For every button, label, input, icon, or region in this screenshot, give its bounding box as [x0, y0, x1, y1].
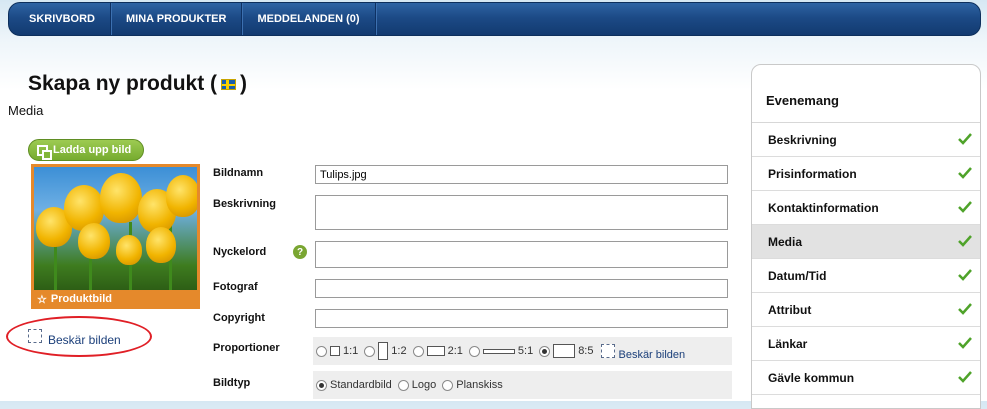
form-crop-link[interactable]: Beskär bilden	[601, 341, 685, 361]
bildtyp-radio-selected[interactable]	[316, 379, 327, 391]
sidebar-item-label: Media	[768, 234, 803, 249]
nyckelord-label: Nyckelord	[213, 246, 267, 258]
ratio-5-1-icon	[482, 348, 515, 354]
copyright-input[interactable]	[315, 309, 728, 328]
crop-image-link[interactable]: Beskär bilden	[28, 325, 121, 347]
bildnamn-input[interactable]	[315, 165, 728, 184]
check-icon	[958, 235, 972, 247]
proportion-5-1[interactable]: 5:1	[468, 345, 534, 357]
bildtyp-panel: Standardbild Logo Planskiss	[313, 371, 732, 399]
bildtyp-planskiss[interactable]: Planskiss	[442, 379, 503, 391]
bildtyp-radio[interactable]	[442, 379, 454, 391]
beskrivning-textarea[interactable]	[315, 195, 728, 230]
sidebar-item-media[interactable]: Media	[752, 225, 980, 259]
proportion-1-1[interactable]: 1:1	[316, 345, 358, 357]
proportion-label: 5:1	[517, 345, 534, 357]
bildtyp-label: Logo	[411, 379, 437, 391]
ratio-8-5-icon	[553, 344, 576, 358]
proportion-2-1[interactable]: 2:1	[412, 345, 463, 357]
proportion-label: 2:1	[447, 345, 463, 357]
section-label: Media	[8, 103, 44, 118]
check-icon	[958, 269, 972, 281]
bildtyp-label: Standardbild	[330, 379, 392, 391]
sidebar-item-label: Kontaktinformation	[768, 200, 879, 215]
top-navigation: SKRIVBORD MINA PRODUKTER MEDDELANDEN (0)	[8, 2, 981, 36]
nav-meddelanden[interactable]: MEDDELANDEN (0)	[242, 3, 376, 35]
sidebar-item-label: Länkar	[768, 336, 808, 351]
bildtyp-radio[interactable]	[397, 379, 409, 391]
sidebar-item-label: Datum/Tid	[768, 268, 827, 283]
ratio-2-1-icon	[426, 346, 445, 356]
proportion-radio[interactable]	[316, 345, 327, 357]
form-crop-link-label: Beskär bilden	[618, 349, 686, 361]
sidebar-item-attribut[interactable]: Attribut	[752, 293, 980, 327]
sidebar-item-lankar[interactable]: Länkar	[752, 327, 980, 361]
product-image	[34, 167, 197, 290]
check-icon	[958, 201, 972, 213]
help-icon[interactable]: ?	[293, 245, 307, 259]
crop-icon	[28, 329, 42, 343]
sidebar-item-label: Beskrivning	[768, 132, 837, 147]
bildtyp-label: Bildtyp	[213, 377, 251, 389]
proportion-radio-selected[interactable]	[539, 345, 551, 357]
proportioner-label: Proportioner	[213, 342, 280, 354]
sidebar-item-beskrivning[interactable]: Beskrivning	[752, 123, 980, 157]
swedish-flag-icon	[221, 78, 237, 90]
sidebar-item-gavle-kommun[interactable]: Gävle kommun	[752, 361, 980, 395]
sidebar-item-label: Gävle kommun	[768, 370, 855, 385]
proportion-1-2[interactable]: 1:2	[364, 342, 407, 360]
sidebar-item-datum-tid[interactable]: Datum/Tid	[752, 259, 980, 293]
proportion-label: 8:5	[578, 345, 594, 357]
upload-button-label: Ladda upp bild	[53, 144, 132, 156]
nav-mina-produkter[interactable]: MINA PRODUKTER	[111, 3, 243, 35]
ratio-1-1-icon	[330, 346, 340, 356]
bildtyp-standardbild[interactable]: Standardbild	[316, 379, 392, 391]
fotograf-label: Fotograf	[213, 281, 258, 293]
bildtyp-logo[interactable]: Logo	[397, 379, 437, 391]
proportions-panel: 1:1 1:2 2:1 5:1 8:5 Beskär bilden	[313, 337, 732, 365]
check-icon	[958, 167, 972, 179]
bildtyp-label: Planskiss	[456, 379, 503, 391]
check-icon	[958, 371, 972, 383]
upload-image-button[interactable]: Ladda upp bild	[28, 139, 145, 161]
page-title: Skapa ny produkt ( )	[28, 72, 247, 96]
crop-icon	[601, 344, 616, 358]
proportion-radio[interactable]	[412, 345, 424, 357]
crop-link-label: Beskär bilden	[48, 333, 121, 347]
photo-caption: ☆ Produktbild	[34, 291, 197, 307]
check-icon	[958, 133, 972, 145]
nav-skrivbord[interactable]: SKRIVBORD	[9, 3, 112, 35]
sidebar-item-kontaktinformation[interactable]: Kontaktinformation	[752, 191, 980, 225]
proportion-radio[interactable]	[364, 345, 376, 357]
copyright-label: Copyright	[213, 312, 265, 324]
check-icon	[958, 337, 972, 349]
ratio-1-2-icon	[378, 342, 389, 360]
nyckelord-input[interactable]	[315, 241, 728, 268]
bildnamn-label: Bildnamn	[213, 167, 264, 179]
page-title-text: Skapa ny produkt (	[28, 72, 218, 95]
proportion-radio[interactable]	[468, 345, 480, 357]
photo-caption-text: Produktbild	[50, 293, 112, 305]
star-icon: ☆	[37, 293, 47, 306]
proportion-label: 1:1	[343, 345, 359, 357]
beskrivning-label: Beskrivning	[213, 198, 276, 210]
proportion-label: 1:2	[391, 345, 407, 357]
page-title-close: )	[240, 72, 248, 95]
fotograf-input[interactable]	[315, 279, 728, 298]
proportion-8-5[interactable]: 8:5	[539, 344, 593, 358]
sidebar-title: Evenemang	[752, 65, 980, 123]
product-image-frame[interactable]: ☆ Produktbild	[31, 164, 200, 309]
upload-icon	[37, 144, 52, 160]
sidebar-item-label: Attribut	[768, 302, 812, 317]
sidebar: Evenemang Beskrivning Prisinformation Ko…	[751, 64, 981, 409]
sidebar-item-prisinformation[interactable]: Prisinformation	[752, 157, 980, 191]
sidebar-item-label: Prisinformation	[768, 166, 857, 181]
check-icon	[958, 303, 972, 315]
